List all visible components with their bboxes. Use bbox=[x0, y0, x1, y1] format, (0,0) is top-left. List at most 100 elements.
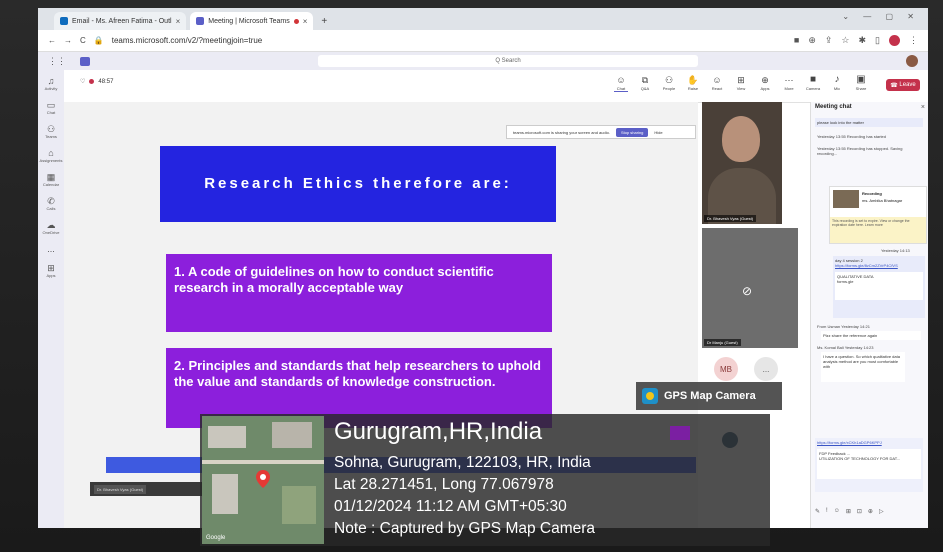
smile-icon: ☺ bbox=[712, 75, 722, 85]
gps-badge-text: GPS Map Camera bbox=[664, 390, 756, 402]
people-button[interactable]: ⚇ People bbox=[662, 74, 676, 92]
reload-icon[interactable]: C bbox=[80, 36, 86, 45]
rail-calls[interactable]: ✆ Calls bbox=[47, 196, 56, 211]
tab-teams-label: Meeting | Microsoft Teams bbox=[208, 17, 290, 25]
outlook-icon bbox=[60, 17, 68, 25]
teams-left-rail: ♫ Activity ▭ Chat ⚇ Teams ⌂ Assignments ▦ Cal… bbox=[38, 70, 64, 528]
emoji-icon[interactable]: ☺ bbox=[834, 508, 840, 520]
rail-assignments[interactable]: ⌂ Assignments bbox=[40, 148, 63, 163]
tab-email[interactable]: Email - Ms. Afreen Fatima - Outl × bbox=[54, 12, 187, 30]
chat-message: please look into the matter bbox=[815, 118, 923, 127]
message-time: Yesterday 14:13 bbox=[881, 248, 910, 253]
new-tab-button[interactable]: + bbox=[321, 16, 327, 27]
recording-expiry-note: This recording is set to expire. View or… bbox=[830, 217, 926, 243]
stop-sharing-button[interactable]: Stop sharing bbox=[615, 127, 649, 137]
menu-icon[interactable]: ⋮ bbox=[909, 35, 918, 46]
share-button[interactable]: ▣ Share bbox=[854, 74, 868, 92]
rail-onedrive[interactable]: ☁ OneDrive bbox=[43, 220, 60, 235]
rail-activity[interactable]: ♫ Activity bbox=[45, 76, 58, 91]
gps-datetime: 01/12/2024 11:12 AM GMT+05:30 bbox=[334, 498, 567, 515]
search-input[interactable]: Q Search bbox=[318, 55, 698, 67]
send-icon[interactable]: ▷ bbox=[879, 508, 884, 520]
more-button[interactable]: ⋯ More bbox=[782, 74, 796, 92]
recording-card[interactable]: Recording ms. Ambika Bhatnagar This reco… bbox=[829, 186, 927, 244]
gps-camera-icon bbox=[642, 388, 658, 404]
feedback-card[interactable]: FDP Feedback ... UTILIZATION OF TECHNOLO… bbox=[817, 449, 921, 479]
camera-icon: ■ bbox=[809, 74, 817, 85]
tab-teams-meeting[interactable]: Meeting | Microsoft Teams × bbox=[190, 12, 314, 30]
map-field bbox=[282, 486, 316, 524]
extensions-icon[interactable]: ✱ bbox=[859, 35, 867, 46]
feedback-link[interactable]: https://forms.gle/xCKh1aDGP6KPPJ bbox=[817, 440, 921, 445]
raise-hand-button[interactable]: ✋ Raise bbox=[686, 74, 700, 92]
rail-chat[interactable]: ▭ Chat bbox=[47, 100, 56, 115]
apps-icon: ⊞ bbox=[47, 263, 55, 273]
tab-email-label: Email - Ms. Afreen Fatima - Outl bbox=[72, 17, 172, 25]
url-field[interactable]: teams.microsoft.com/v2/?meetingjoin=true bbox=[112, 36, 263, 45]
react-button[interactable]: ☺ React bbox=[710, 74, 724, 92]
chat-message: Plzz share the reference again bbox=[821, 331, 921, 340]
share-icon[interactable]: ⇪ bbox=[825, 35, 833, 46]
chat-icon: ▭ bbox=[46, 100, 56, 110]
form-link[interactable]: https://forms.gle/8vCm2ZVrP4CfVS bbox=[835, 263, 923, 268]
video-tile-presenter[interactable]: Dr. Bhavesh Vyas (Guest) bbox=[702, 102, 782, 224]
close-icon[interactable]: × bbox=[176, 17, 181, 26]
compose-toolbar: ✎ ! ☺ ⊞ ⊡ ⊕ ▷ bbox=[815, 508, 923, 520]
app-launcher-icon[interactable]: ⋮⋮ bbox=[48, 56, 66, 67]
camera-off-icon: ⊘ bbox=[742, 284, 753, 298]
teams-logo-icon bbox=[80, 56, 90, 66]
rail-more[interactable]: ... bbox=[47, 244, 55, 254]
link-preview-card[interactable]: QUALITATIVE DATA forms.gle bbox=[835, 272, 923, 300]
forward-icon[interactable]: → bbox=[64, 36, 72, 45]
recording-dot-icon bbox=[89, 79, 95, 84]
format-icon[interactable]: ✎ bbox=[815, 508, 820, 520]
plus-icon[interactable]: ⊕ bbox=[868, 508, 873, 520]
message-sender: Ms. Komal Bali Yesterday 14:23 bbox=[817, 345, 874, 350]
back-icon[interactable]: ← bbox=[48, 36, 56, 45]
leave-button[interactable]: ☎ Leave bbox=[886, 79, 920, 91]
backpack-icon: ⌂ bbox=[48, 148, 54, 158]
message-sender: From Usman Yesterday 14:21 bbox=[817, 324, 870, 329]
close-icon[interactable]: × bbox=[921, 104, 925, 111]
rail-apps[interactable]: ⊞ Apps bbox=[46, 263, 55, 278]
participant-face bbox=[722, 116, 760, 162]
apps-button[interactable]: ⊕ Apps bbox=[758, 74, 772, 92]
close-icon[interactable]: × bbox=[303, 17, 308, 26]
video-tile-manju[interactable]: ⊘ Dr Manju (Guest) bbox=[702, 228, 798, 348]
hide-button[interactable]: Hide bbox=[654, 130, 662, 135]
participant-avatar-initials[interactable]: MB bbox=[714, 357, 738, 381]
browser-toolbar-icons: ■ ⊕ ⇪ ☆ ✱ ▯ ⋮ bbox=[794, 35, 918, 46]
camera-button[interactable]: ■ Camera bbox=[806, 74, 820, 92]
user-avatar[interactable] bbox=[906, 55, 918, 67]
map-building bbox=[208, 426, 246, 448]
rail-calendar[interactable]: ▦ Calendar bbox=[43, 172, 59, 187]
window-controls[interactable]: ⌄ — ▢ ✕ bbox=[842, 12, 920, 21]
mic-button[interactable]: ♪ Mic bbox=[830, 74, 844, 92]
slide-title: Research Ethics therefore are: bbox=[160, 146, 556, 222]
recording-title: Recording bbox=[862, 191, 882, 196]
gif-icon[interactable]: ⊞ bbox=[846, 508, 851, 520]
address-bar: ← → C 🔒 teams.microsoft.com/v2/?meetingj… bbox=[38, 30, 928, 52]
zoom-icon[interactable]: ⊕ bbox=[808, 35, 816, 46]
more-participants-button[interactable]: ... bbox=[754, 357, 778, 381]
attach-icon[interactable]: ! bbox=[826, 508, 828, 520]
plus-icon: ⊕ bbox=[761, 75, 769, 85]
chat-message: I have a question. So which qualitative … bbox=[821, 352, 905, 382]
sticker-icon[interactable]: ⊡ bbox=[857, 508, 862, 520]
share-icon: ▣ bbox=[856, 74, 866, 85]
sharing-notice: teams.microsoft.com is sharing your scre… bbox=[506, 125, 696, 139]
chat-button[interactable]: ☺ Chat bbox=[614, 74, 628, 92]
presenter-label: Dr. Bhavesh Vyas (Guest) bbox=[94, 484, 147, 494]
sidepanel-icon[interactable]: ▯ bbox=[875, 35, 880, 46]
profile-avatar[interactable] bbox=[889, 35, 900, 46]
map-building bbox=[212, 474, 238, 514]
slide-bar-fragment bbox=[670, 426, 690, 440]
view-button[interactable]: ⊞ View bbox=[734, 74, 748, 92]
camera-indicator-icon[interactable]: ■ bbox=[794, 35, 799, 46]
rail-teams[interactable]: ⚇ Teams bbox=[45, 124, 57, 139]
chat-message-feedback: https://forms.gle/xCKh1aDGP6KPPJ FDP Fee… bbox=[815, 438, 923, 492]
qa-button[interactable]: ⧉ Q&A bbox=[638, 74, 652, 92]
hand-icon: ✋ bbox=[687, 75, 699, 85]
star-icon[interactable]: ☆ bbox=[841, 35, 849, 46]
meeting-chat-panel: Meeting chat × please look into the matt… bbox=[810, 102, 928, 528]
